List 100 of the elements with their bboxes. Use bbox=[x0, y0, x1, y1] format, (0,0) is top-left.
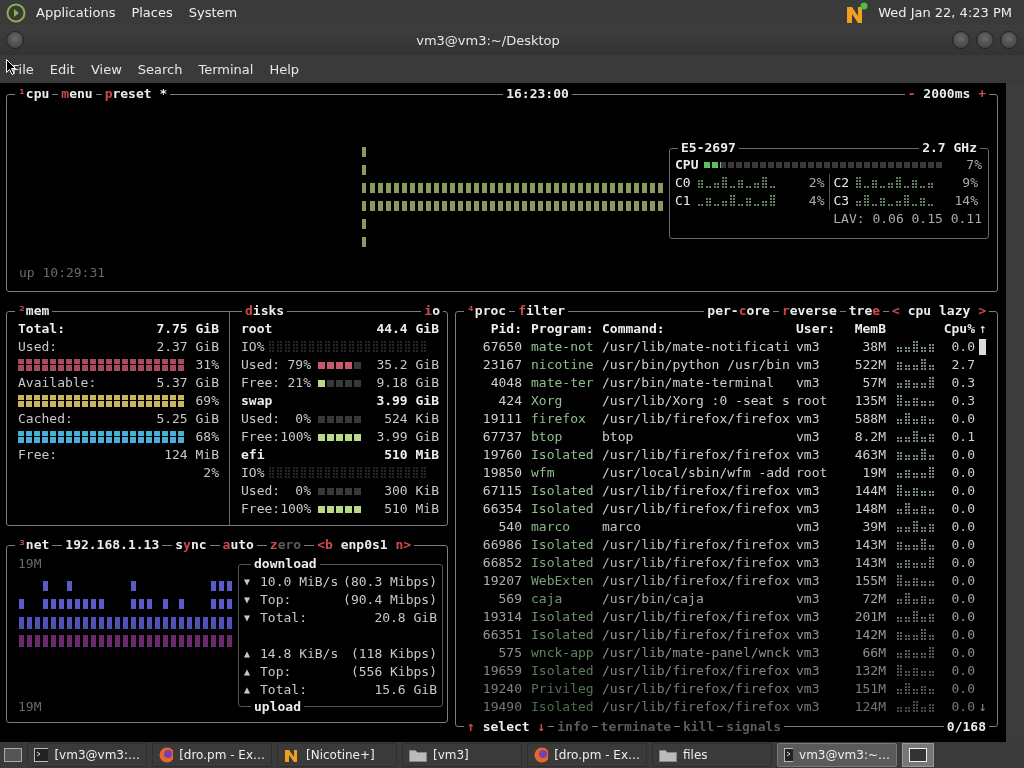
column-header[interactable]: MemB bbox=[838, 320, 886, 338]
pid-cell-text: 66986 bbox=[481, 536, 522, 554]
upload-stat-value: (556 Kibps) bbox=[350, 663, 437, 681]
upload-stat-label: 14.8 KiB/s bbox=[260, 645, 340, 663]
user-cell-text: vm3 bbox=[796, 518, 821, 536]
minimize-button[interactable] bbox=[952, 31, 970, 49]
cpu-cell-text: 0.0 bbox=[950, 500, 975, 518]
graph-bar bbox=[51, 599, 56, 609]
scroll-down-arrow[interactable]: ↓ bbox=[975, 698, 989, 716]
sort-option[interactable]: < cpu lazy > bbox=[889, 302, 989, 320]
n-plus-icon[interactable] bbox=[846, 1, 869, 24]
memory-value: 5.25 GiB bbox=[156, 410, 219, 428]
scrollbar-thumb[interactable] bbox=[979, 339, 986, 355]
program-cell-text: Isolated bbox=[530, 536, 595, 554]
graph-bar bbox=[75, 599, 80, 609]
command-cell-text: /usr/lib/firefox/firefox bbox=[602, 662, 791, 680]
disk-name: root bbox=[241, 320, 273, 338]
command-cell-text: /usr/lib/Xorg :0 -seat s bbox=[602, 392, 791, 410]
command-cell-text: /usr/lib/firefox/firefox bbox=[602, 536, 791, 554]
workspace-switcher[interactable] bbox=[902, 743, 934, 767]
panel-menu[interactable]: Places bbox=[125, 3, 179, 22]
graph-bar bbox=[107, 617, 112, 629]
process-cpu-graph-drawing bbox=[896, 466, 936, 480]
column-header[interactable]: Command: bbox=[602, 320, 796, 338]
graph-bar bbox=[171, 635, 176, 647]
command-cell-text: /usr/lib/firefox/firefox bbox=[602, 446, 791, 464]
pid-cell-text: 4048 bbox=[489, 374, 522, 392]
upload-stat-label: Total: bbox=[260, 681, 308, 699]
graph-bar bbox=[227, 617, 232, 629]
taskbar-button[interactable]: [dro.pm - Ex… bbox=[152, 743, 272, 767]
panel-menu[interactable]: System bbox=[182, 3, 244, 22]
menu-item[interactable]: Help bbox=[261, 58, 308, 80]
panel-clock[interactable]: Wed Jan 22, 4:23 PM bbox=[872, 3, 1018, 22]
taskbar-button[interactable]: [vm3] bbox=[402, 743, 522, 767]
process-cpu-graph-drawing bbox=[896, 358, 936, 372]
memory-percent: 31% bbox=[195, 356, 219, 374]
column-header[interactable]: User: bbox=[796, 320, 838, 338]
graph-bar bbox=[187, 635, 192, 647]
graph-bar bbox=[139, 617, 144, 629]
taskbar-button[interactable]: [vm3@vm3:… bbox=[27, 743, 147, 767]
disk-size: 44.4 GiB bbox=[376, 320, 439, 338]
close-button[interactable] bbox=[1000, 31, 1018, 49]
cpu-cell-text: 0.0 bbox=[950, 482, 975, 500]
taskbar-button[interactable]: files bbox=[652, 743, 772, 767]
graph-bar bbox=[171, 617, 176, 629]
command-cell-text: /usr/lib/firefox/firefox bbox=[602, 410, 791, 428]
core-label: C1 bbox=[675, 192, 691, 210]
cpu-cell-text: 0.0 bbox=[950, 554, 975, 572]
taskbar-button[interactable]: vm3@vm3:~… bbox=[777, 743, 897, 767]
memory-label: Used: bbox=[18, 338, 58, 356]
disk-meter bbox=[318, 433, 361, 441]
memory-value: 7.75 GiB bbox=[156, 320, 219, 338]
core-percent: 4% bbox=[808, 192, 825, 210]
graph-bar bbox=[163, 617, 168, 629]
user-cell-text: vm3 bbox=[796, 446, 821, 464]
download-stat-label: Top: bbox=[260, 591, 293, 609]
user-cell-text: vm3 bbox=[796, 428, 821, 446]
column-header[interactable]: Pid: bbox=[470, 320, 522, 338]
graph-bar bbox=[91, 635, 96, 647]
command-cell-text: /usr/lib/firefox/firefox bbox=[602, 482, 791, 500]
menu-item[interactable]: Edit bbox=[41, 58, 83, 80]
cpu-cell-text: 0.0 bbox=[950, 662, 975, 680]
column-header[interactable]: Program: bbox=[522, 320, 602, 338]
menu-item[interactable]: Terminal bbox=[190, 58, 262, 80]
load-average: LAV: 0.06 0.15 0.11 bbox=[832, 210, 982, 228]
pid-cell-text: 66354 bbox=[481, 500, 522, 518]
disk-percent: 79% bbox=[287, 356, 311, 374]
column-header[interactable]: Cpu% bbox=[936, 320, 975, 338]
graph-bar bbox=[67, 581, 72, 591]
maximize-button[interactable] bbox=[976, 31, 994, 49]
program-cell-text: btop bbox=[530, 428, 564, 446]
program-cell-text: Isolated bbox=[530, 608, 595, 626]
program-cell-text: WebExten bbox=[530, 572, 595, 590]
cpu-label: CPU bbox=[675, 156, 699, 174]
scroll-up-arrow[interactable]: ↑ bbox=[975, 320, 989, 338]
cpu-cell-text: 0.1 bbox=[950, 428, 975, 446]
upload-title: upload bbox=[251, 698, 304, 716]
show-desktop-icon[interactable] bbox=[4, 748, 22, 762]
memory-cell-text: 463M bbox=[853, 446, 886, 464]
graph-bar bbox=[19, 599, 24, 609]
process-cpu-graph-drawing bbox=[896, 610, 936, 624]
process-cpu-graph-drawing bbox=[896, 646, 936, 660]
menu-item[interactable]: Search bbox=[129, 58, 191, 80]
graph-bar bbox=[203, 635, 208, 647]
graph-bar bbox=[227, 581, 232, 591]
taskbar-button[interactable]: [Nicotine+] bbox=[277, 743, 397, 767]
cpu-cell-text: 0.0 bbox=[950, 536, 975, 554]
command-cell-text: /usr/lib/mate-panel/wnck bbox=[602, 644, 791, 662]
pid-cell-text: 67737 bbox=[481, 428, 522, 446]
cpu-cell-text: 0.0 bbox=[950, 446, 975, 464]
command-cell-text: marco bbox=[602, 518, 643, 536]
menu-logo-icon[interactable] bbox=[6, 2, 26, 23]
net-option[interactable]: <b enp0s1 n> bbox=[314, 536, 415, 554]
taskbar-button[interactable]: [dro.pm - Ex… bbox=[527, 743, 647, 767]
menu-item[interactable]: View bbox=[82, 58, 130, 80]
graph-bar bbox=[59, 599, 64, 609]
window-menu-button[interactable] bbox=[6, 31, 24, 49]
panel-menu[interactable]: Applications bbox=[30, 3, 122, 22]
pid-cell-text: 23167 bbox=[481, 356, 522, 374]
command-cell-text: /usr/bin/caja bbox=[602, 590, 705, 608]
